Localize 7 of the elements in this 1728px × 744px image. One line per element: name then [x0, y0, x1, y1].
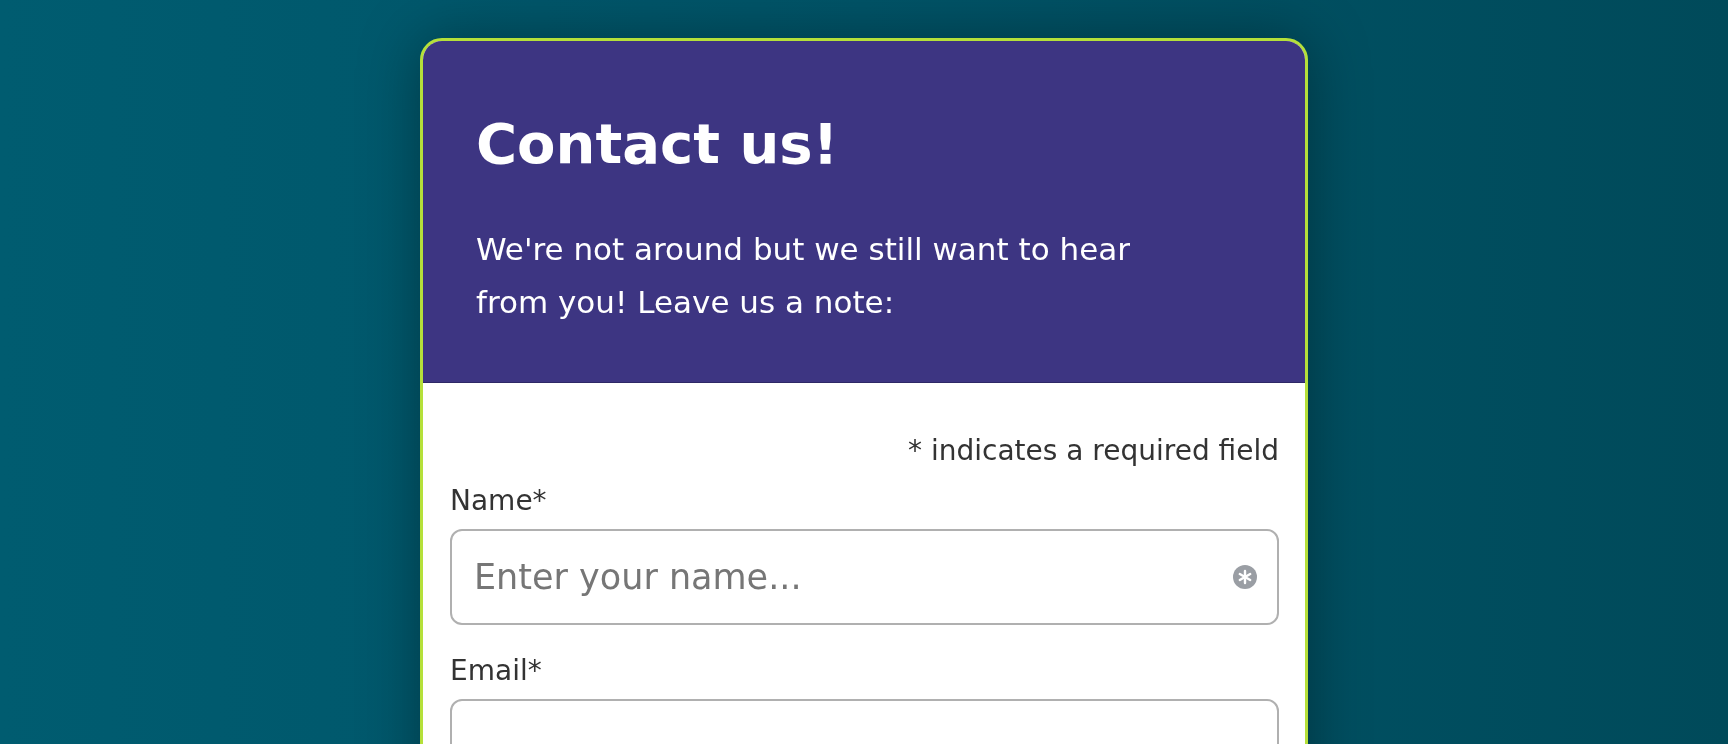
field-label: Name* [450, 483, 548, 519]
form-title: Contact us! [476, 113, 840, 175]
form-description: We're not around but we still want to hear from you! Leave us a note: [476, 229, 1131, 322]
input-field[interactable]: Enter your name... [450, 529, 1279, 625]
asterisk-icon [1233, 565, 1257, 589]
field-label: Email* [450, 653, 543, 689]
required-note: * indicates a required field [907, 433, 1279, 469]
